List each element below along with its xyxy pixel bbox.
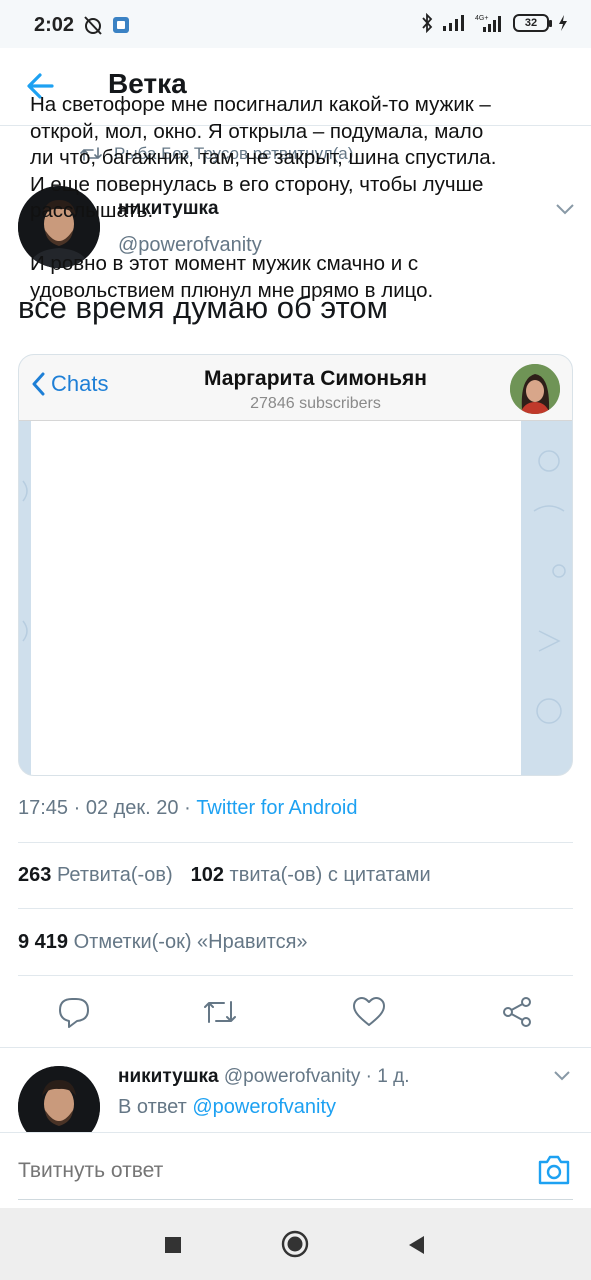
reply-icon[interactable] [56,994,92,1030]
system-nav-bar [0,1208,591,1280]
likes-count: 9 419 [18,931,69,953]
channel-name: Маргарита Симоньян [204,367,427,390]
reply-author-handle-time: @powerofvanity · 1 д. [223,1066,410,1087]
quotes-label: твита(-ов) с цитатами [229,864,431,886]
channel-avatar [510,364,560,414]
channel-avatar-image [510,364,560,414]
divider [18,908,573,909]
retweet-icon[interactable] [202,994,238,1030]
heart-icon[interactable] [351,994,387,1030]
likes-label: Отметки(-ок) «Нравится» [73,931,308,953]
battery-indicator: 32 [513,14,552,32]
divider [18,842,573,843]
status-bar: 2:02 4G+ 32 [0,0,591,48]
share-icon[interactable] [499,994,535,1030]
compose-underline [18,1199,573,1200]
quotes-stat[interactable]: 102 твита(-ов) с цитатами [191,864,431,887]
channel-subscribers: 27846 subscribers [250,395,381,412]
reply-compose-bar [0,1132,591,1208]
retweets-label: Ретвита(-ов) [56,864,173,886]
divider [0,1047,591,1048]
tweet-source-link[interactable]: Twitter for Android [196,797,357,819]
home-icon[interactable] [281,1230,309,1258]
battery-level: 32 [524,17,538,29]
svg-text:4G+: 4G+ [475,15,488,22]
chat-message-text: На светофоре мне посигналил какой-то муж… [30,93,497,302]
alarm-off-icon [84,16,102,35]
charging-icon [559,15,567,31]
status-right-group: 4G+ 32 [421,13,569,33]
divider [18,975,573,976]
recents-icon[interactable] [164,1236,182,1254]
quotes-count: 102 [190,864,224,886]
in-reply-handle-link[interactable]: @powerofvanity [192,1096,336,1118]
reply-chevron-down-icon[interactable] [552,1070,572,1082]
status-time: 2:02 [34,14,75,36]
camera-icon[interactable] [536,1153,572,1187]
in-reply-prefix: В ответ [118,1096,193,1118]
reply-author-name: никитушка [118,1066,219,1087]
chat-header: Chats Маргарита Симоньян 27846 subscribe… [19,355,572,421]
reply-input[interactable] [18,1159,498,1183]
signal-4g-icon: 4G+ [475,15,501,32]
likes-stat[interactable]: 9 419 Отметки(-ок) «Нравится» [18,931,308,954]
reply-author-line[interactable]: никитушка @powerofvanity · 1 д. [118,1066,410,1088]
tweet-timestamp: 17:45 · 02 дек. 20 · [18,797,197,819]
retweets-stat[interactable]: 263 Ретвита(-ов) [18,864,173,887]
chevron-down-icon[interactable] [554,202,576,216]
back-triangle-icon[interactable] [406,1234,426,1256]
bluetooth-icon [422,13,433,33]
in-reply-to: В ответ @powerofvanity [118,1096,336,1119]
signal-icon [443,15,464,31]
app-notification-icon [113,17,129,33]
chat-message-bubble [31,421,521,775]
tweet-meta: 17:45 · 02 дек. 20 · Twitter for Android [18,797,358,820]
retweets-count: 263 [18,864,52,886]
embedded-image-card[interactable]: Chats Маргарита Симоньян 27846 subscribe… [18,354,573,776]
tweet-stats: 263 Ретвита(-ов) 102 твита(-ов) с цитата… [18,864,431,887]
